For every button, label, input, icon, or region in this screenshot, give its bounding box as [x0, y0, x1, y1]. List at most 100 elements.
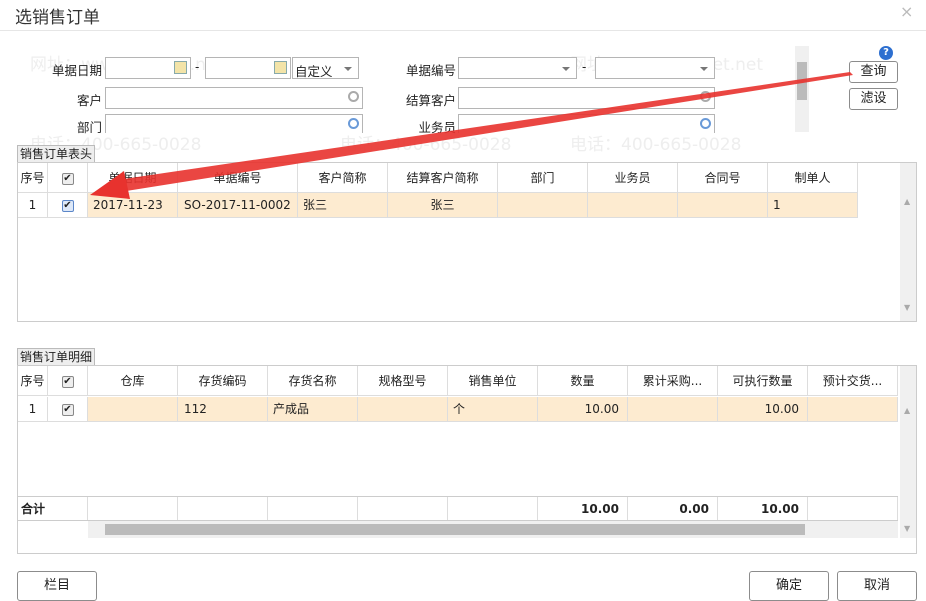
- scroll-down-icon[interactable]: ▼: [904, 524, 910, 533]
- department-label: 部门: [76, 120, 102, 135]
- seq-cell: 1: [18, 193, 48, 217]
- total-qty: 10.00: [538, 497, 628, 520]
- col-select-all[interactable]: ✔: [48, 366, 88, 395]
- detail-grid-vscrollbar[interactable]: ▲ ▼: [900, 366, 916, 538]
- scroll-up-icon[interactable]: ▲: [904, 197, 910, 206]
- spec-cell: [358, 397, 448, 421]
- grid-header-row: 序号 ✔ 仓库 存货编码 存货名称 规格型号 销售单位 数量 累计采购... 可…: [18, 366, 898, 396]
- col-seq: 序号: [18, 366, 48, 395]
- date-preset-select[interactable]: 自定义: [292, 57, 359, 79]
- dept-cell: [498, 193, 588, 217]
- doc-no-from-select[interactable]: [458, 57, 577, 79]
- maker-cell: 1: [768, 193, 858, 217]
- department-input[interactable]: [105, 114, 363, 133]
- scrollbar-thumb[interactable]: [797, 62, 807, 100]
- doc-date-to-input[interactable]: [205, 57, 291, 79]
- col-select-all[interactable]: ✔: [48, 163, 88, 192]
- calendar-icon[interactable]: [274, 61, 287, 74]
- table-row[interactable]: 1 ✔ 112 产成品 个 10.00 10.00: [18, 397, 898, 422]
- dialog-title: 选销售订单: [15, 8, 100, 28]
- range-separator: -: [195, 60, 200, 74]
- row-checkbox-cell[interactable]: ✔: [48, 397, 88, 421]
- filter-scrollbar[interactable]: [795, 46, 809, 132]
- doc-no-label: 单据编号: [405, 63, 456, 78]
- settle-customer-label: 结算客户: [405, 93, 456, 108]
- contract-cell: [678, 193, 768, 217]
- table-row[interactable]: 1 ✔ 2017-11-23 SO-2017-11-0002 张三 张三 1: [18, 193, 858, 218]
- order-header-grid: 序号 ✔ 单据日期 单据编号 客户简称 结算客户简称 部门 业务员 合同号 制单…: [17, 162, 917, 322]
- qty-cell: 10.00: [538, 397, 628, 421]
- col-exec-qty[interactable]: 可执行数量: [718, 366, 808, 395]
- select-all-checkbox[interactable]: ✔: [61, 375, 74, 388]
- search-icon[interactable]: [348, 91, 359, 102]
- header-grid-vscrollbar[interactable]: ▲ ▼: [900, 163, 916, 321]
- row-checkbox[interactable]: ✔: [61, 403, 74, 416]
- seq-cell: 1: [18, 397, 48, 421]
- customer-label: 客户: [76, 93, 102, 108]
- tab-order-detail[interactable]: 销售订单明细: [17, 348, 96, 365]
- settle-customer-cell: 张三: [388, 193, 498, 217]
- col-customer[interactable]: 客户简称: [298, 163, 388, 192]
- range-separator: -: [582, 60, 587, 74]
- col-dept[interactable]: 部门: [498, 163, 588, 192]
- search-add-icon[interactable]: [700, 118, 711, 129]
- doc-date-from-input[interactable]: [105, 57, 191, 79]
- detail-grid-hscrollbar[interactable]: [88, 521, 898, 538]
- doc-date-label: 单据日期: [51, 63, 102, 78]
- customer-cell: 张三: [298, 193, 388, 217]
- row-checkbox[interactable]: ✔: [61, 199, 74, 212]
- chevron-down-icon: [344, 67, 352, 71]
- select-all-checkbox[interactable]: ✔: [61, 172, 74, 185]
- col-cum-purchase[interactable]: 累计采购...: [628, 366, 718, 395]
- close-icon[interactable]: ×: [900, 2, 913, 21]
- totals-row: 合计 10.00 0.00 10.00: [18, 496, 898, 521]
- unit-cell: 个: [448, 397, 538, 421]
- row-checkbox-cell[interactable]: ✔: [48, 193, 88, 217]
- search-icon[interactable]: [700, 91, 711, 102]
- col-date[interactable]: 单据日期: [88, 163, 178, 192]
- doc-no-to-select[interactable]: [595, 57, 715, 79]
- item-code-cell: 112: [178, 397, 268, 421]
- chevron-down-icon: [562, 67, 570, 71]
- cancel-button[interactable]: 取消: [837, 571, 917, 601]
- calendar-icon[interactable]: [174, 61, 187, 74]
- ok-button[interactable]: 确定: [749, 571, 829, 601]
- scroll-down-icon[interactable]: ▼: [904, 303, 910, 312]
- chevron-down-icon: [700, 67, 708, 71]
- salesperson-input[interactable]: [458, 114, 715, 133]
- delivery-cell: [808, 397, 898, 421]
- watermark: 电话：400-665-0028: [570, 135, 742, 155]
- col-delivery[interactable]: 预计交货...: [808, 366, 898, 395]
- query-button[interactable]: 查询: [849, 61, 898, 83]
- col-spec[interactable]: 规格型号: [358, 366, 448, 395]
- settle-customer-input[interactable]: [458, 87, 715, 109]
- exec-qty-cell: 10.00: [718, 397, 808, 421]
- col-warehouse[interactable]: 仓库: [88, 366, 178, 395]
- col-maker[interactable]: 制单人: [768, 163, 858, 192]
- order-detail-grid: 序号 ✔ 仓库 存货编码 存货名称 规格型号 销售单位 数量 累计采购... 可…: [17, 365, 917, 554]
- scrollbar-thumb[interactable]: [105, 524, 805, 535]
- col-doc-no[interactable]: 单据编号: [178, 163, 298, 192]
- grid-header-row: 序号 ✔ 单据日期 单据编号 客户简称 结算客户简称 部门 业务员 合同号 制单…: [18, 163, 858, 193]
- columns-button[interactable]: 栏目: [17, 571, 97, 601]
- col-seq: 序号: [18, 163, 48, 192]
- search-add-icon[interactable]: [348, 118, 359, 129]
- col-contract[interactable]: 合同号: [678, 163, 768, 192]
- col-item-name[interactable]: 存货名称: [268, 366, 358, 395]
- scroll-up-icon[interactable]: ▲: [904, 406, 910, 415]
- col-qty[interactable]: 数量: [538, 366, 628, 395]
- salesperson-label: 业务员: [418, 120, 456, 135]
- warehouse-cell: [88, 397, 178, 421]
- tab-order-header[interactable]: 销售订单表头: [17, 145, 96, 162]
- col-salesperson[interactable]: 业务员: [588, 163, 678, 192]
- cum-purchase-cell: [628, 397, 718, 421]
- col-item-code[interactable]: 存货编码: [178, 366, 268, 395]
- customer-input[interactable]: [105, 87, 363, 109]
- col-unit[interactable]: 销售单位: [448, 366, 538, 395]
- divider: [0, 30, 926, 31]
- total-exec-qty: 10.00: [718, 497, 808, 520]
- help-icon[interactable]: ?: [879, 46, 893, 60]
- col-settle-customer[interactable]: 结算客户简称: [388, 163, 498, 192]
- total-cum-purchase: 0.00: [628, 497, 718, 520]
- filter-settings-button[interactable]: 滤设: [849, 88, 898, 110]
